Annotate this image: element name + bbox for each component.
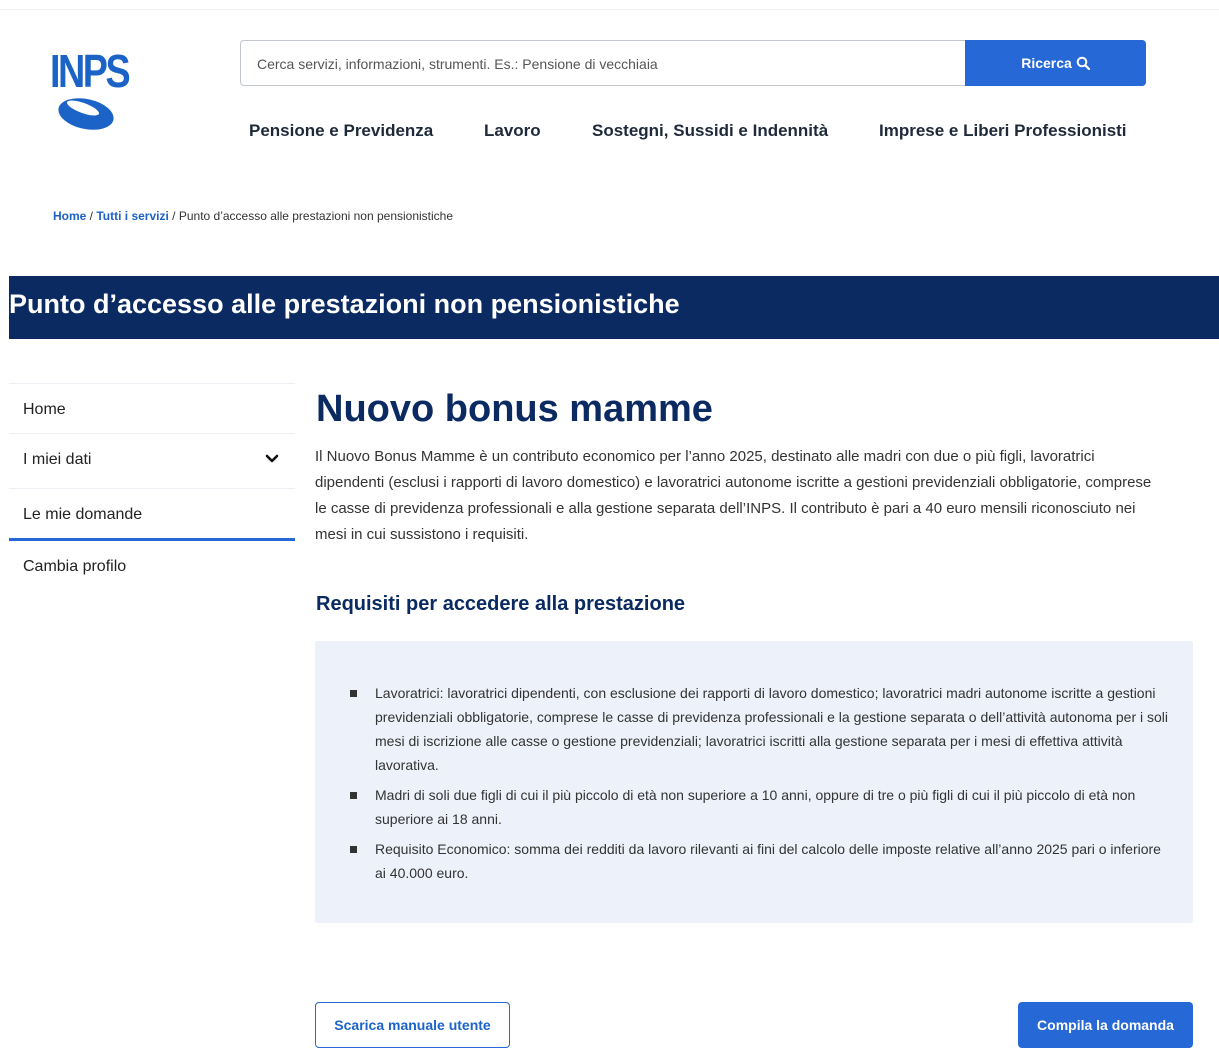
nav-sostegni-sussidi[interactable]: Sostegni, Sussidi e Indennità — [592, 121, 828, 141]
search-icon — [1076, 56, 1090, 70]
page-banner: Punto d’accesso alle prestazioni non pen… — [9, 276, 1219, 339]
requirements-list: Lavoratrici: lavoratrici dipendenti, con… — [349, 681, 1169, 891]
requirement-text: Requisito Economico: somma dei redditi d… — [375, 841, 1161, 881]
breadcrumb-current: Punto d’accesso alle prestazioni non pen… — [178, 209, 454, 223]
sidebar-item-le-mie-domande[interactable]: Le mie domande — [9, 488, 295, 541]
breadcrumb-separator: / — [168, 209, 179, 223]
nav-lavoro[interactable]: Lavoro — [484, 121, 541, 141]
top-divider — [0, 9, 1219, 10]
breadcrumb: Home / Tutti i servizi / Punto d’accesso… — [53, 209, 453, 223]
sidebar-item-cambia-profilo[interactable]: Cambia profilo — [9, 541, 295, 591]
requirements-panel: Lavoratrici: lavoratrici dipendenti, con… — [315, 641, 1193, 923]
breadcrumb-all-services[interactable]: Tutti i servizi — [96, 209, 168, 223]
nav-imprese-professionisti[interactable]: Imprese e Liberi Professionisti — [879, 121, 1127, 141]
breadcrumb-separator: / — [86, 209, 97, 223]
sidebar-item-label: Cambia profilo — [23, 558, 127, 575]
list-item: Madri di soli due figli di cui il più pi… — [349, 783, 1169, 831]
bullet-icon — [350, 846, 357, 853]
nav-pensione-previdenza[interactable]: Pensione e Previdenza — [249, 121, 433, 141]
bullet-icon — [350, 690, 357, 697]
sidebar-item-i-miei-dati[interactable]: I miei dati — [9, 433, 295, 488]
requirements-heading: Requisiti per accedere alla prestazione — [316, 593, 686, 615]
requirement-text: Lavoratrici: lavoratrici dipendenti, con… — [375, 685, 1169, 773]
search-button-label: Ricerca — [1021, 55, 1072, 71]
sidebar-item-label: I miei dati — [23, 451, 92, 468]
search-bar: Ricerca — [240, 40, 1146, 87]
page-title: Punto d’accesso alle prestazioni non pen… — [9, 289, 680, 319]
breadcrumb-home[interactable]: Home — [53, 209, 86, 223]
service-description: Il Nuovo Bonus Mamme è un contributo eco… — [315, 448, 1152, 543]
download-manual-button[interactable]: Scarica manuale utente — [315, 1002, 510, 1048]
bullet-icon — [350, 792, 357, 799]
service-title: Nuovo bonus mamme — [316, 388, 713, 430]
search-input[interactable] — [255, 41, 959, 87]
requirement-text: Madri di soli due figli di cui il più pi… — [375, 787, 1136, 827]
search-button[interactable]: Ricerca — [965, 40, 1146, 86]
fill-application-button[interactable]: Compila la domanda — [1018, 1002, 1193, 1048]
sidebar-item-home[interactable]: Home — [9, 383, 295, 433]
sidebar-item-label: Le mie domande — [23, 506, 143, 523]
list-item: Requisito Economico: somma dei redditi d… — [349, 837, 1169, 885]
main-navigation: Pensione e Previdenza Lavoro Sostegni, S… — [0, 121, 1219, 145]
chevron-down-icon[interactable] — [265, 454, 279, 464]
sidebar-item-label: Home — [23, 401, 66, 418]
list-item: Lavoratrici: lavoratrici dipendenti, con… — [349, 681, 1169, 777]
sidebar-menu: Home I miei dati Le mie domande Cambia p… — [9, 383, 295, 591]
logo-text: INPS — [50, 45, 131, 97]
